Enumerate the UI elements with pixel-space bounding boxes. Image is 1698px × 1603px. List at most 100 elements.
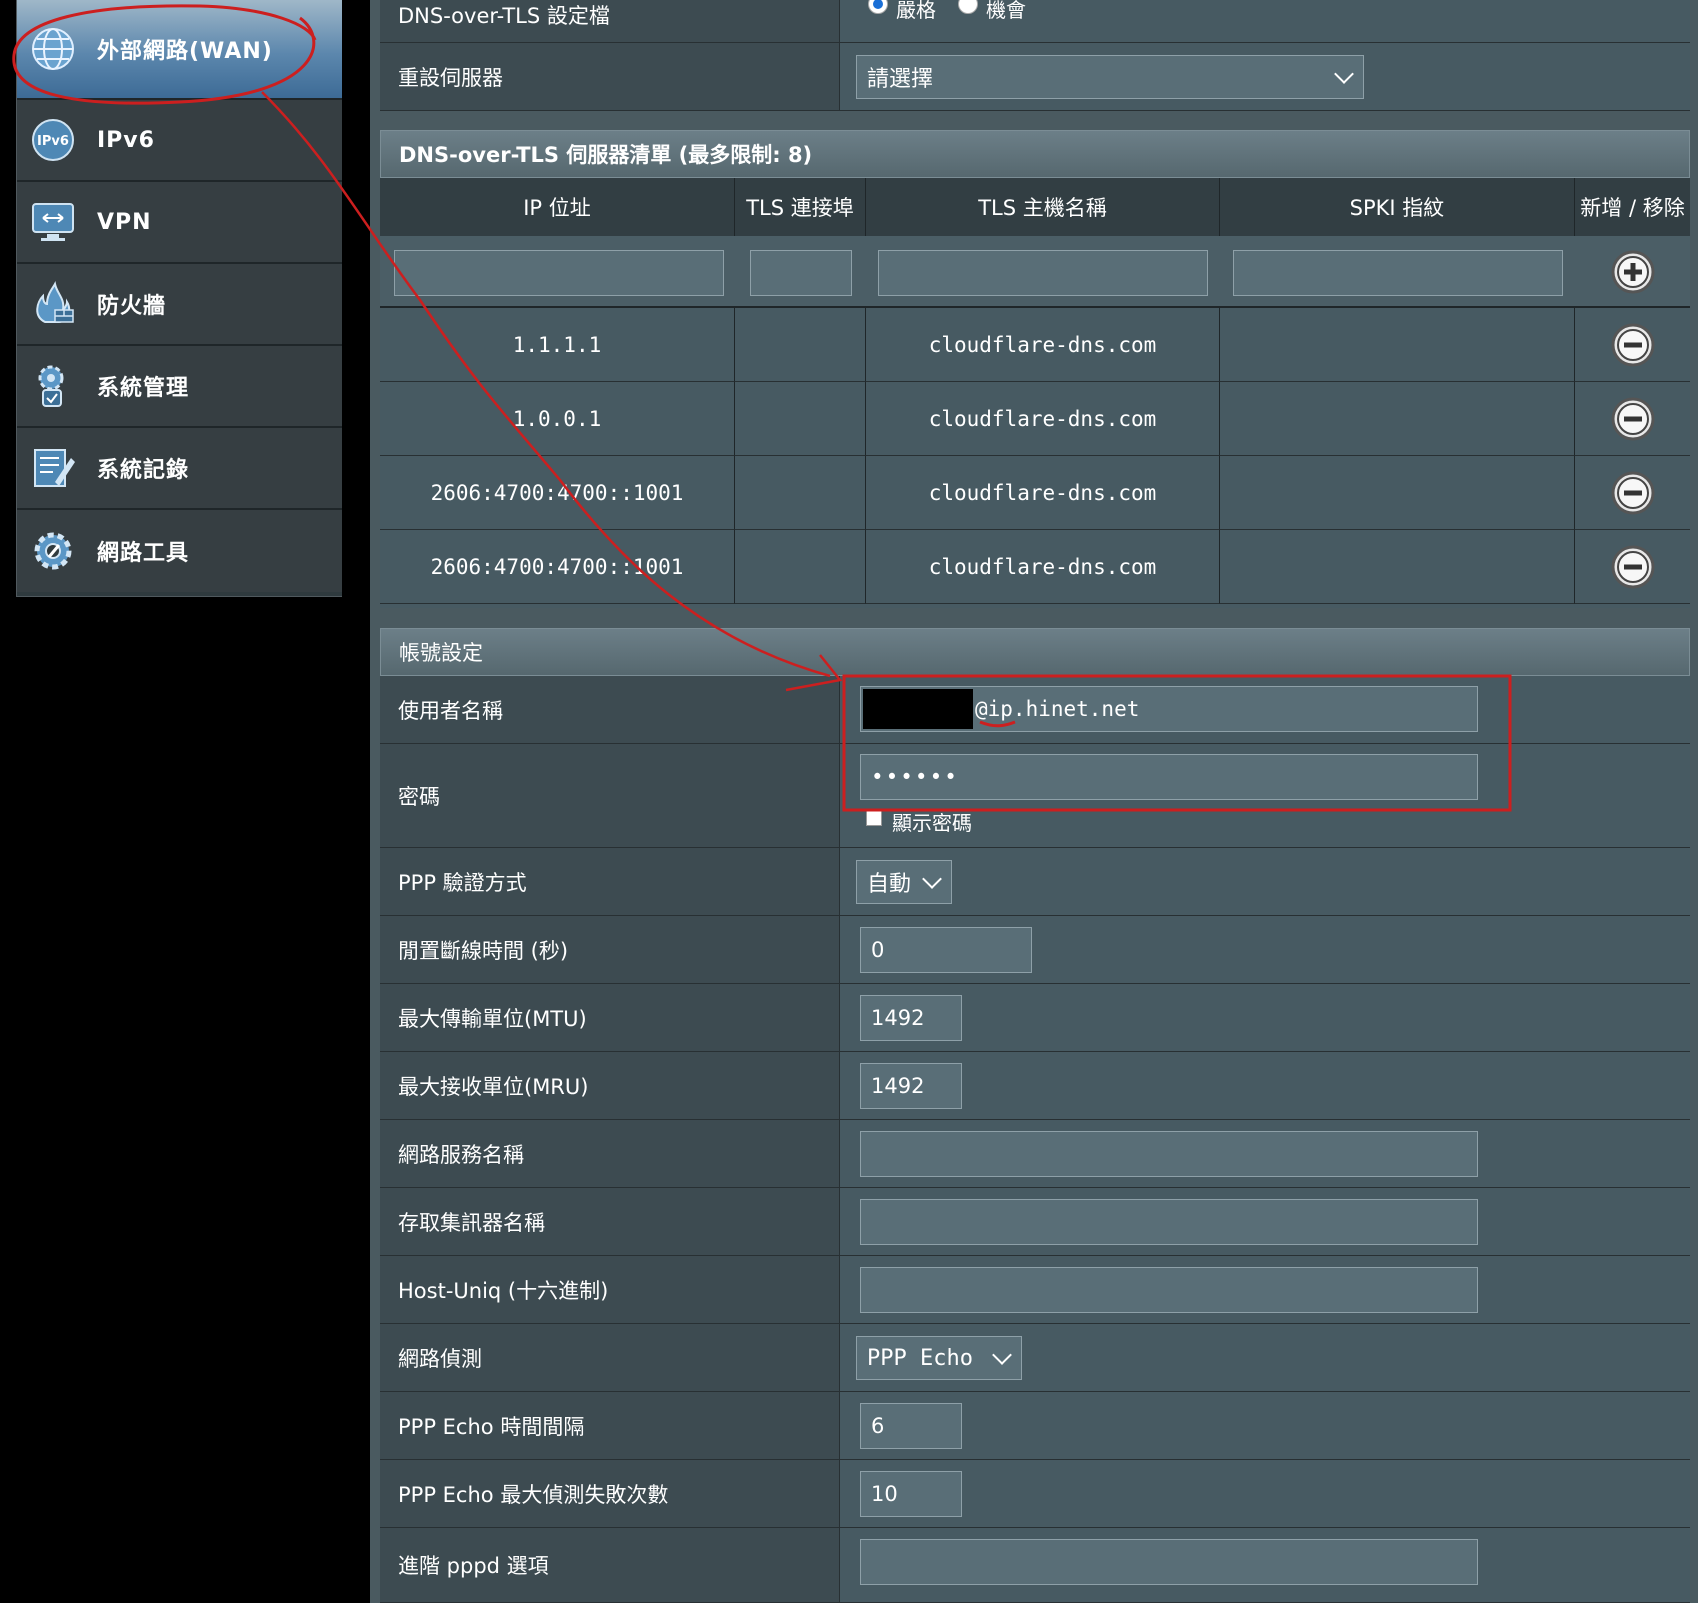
idle-value: 0 — [871, 938, 885, 962]
radio-strict[interactable] — [868, 0, 888, 14]
detect-label: 網路偵測 — [380, 1324, 840, 1391]
sidebar-item-label: 防火牆 — [97, 294, 167, 319]
tools-gear-icon — [34, 532, 72, 570]
password-value: •••••• — [871, 765, 959, 789]
account-section-title: 帳號設定 — [380, 628, 1690, 676]
svg-text:IPv6: IPv6 — [37, 134, 69, 149]
service-name-input[interactable] — [860, 1131, 1478, 1177]
add-circle-icon[interactable] — [1611, 250, 1655, 294]
cell-spki — [1220, 456, 1575, 530]
reset-server-row: 重設伺服器 請選擇 — [380, 43, 1690, 111]
pppd-input[interactable] — [860, 1539, 1478, 1585]
cell-remove — [1575, 308, 1690, 382]
idle-row: 閒置斷線時間 (秒) 0 — [380, 916, 1690, 984]
new-ip-input[interactable] — [394, 250, 724, 296]
password-input[interactable]: •••••• — [860, 754, 1478, 800]
sidebar-item-admin[interactable]: 系統管理 — [17, 346, 343, 428]
show-password-label: 顯示密碼 — [892, 811, 972, 835]
reset-server-label: 重設伺服器 — [380, 43, 840, 110]
remove-circle-icon[interactable] — [1611, 397, 1655, 441]
username-input[interactable]: @ip.hinet.net — [860, 686, 1478, 732]
globe-icon — [32, 28, 74, 70]
radio-strict-dot — [873, 0, 883, 9]
reset-server-select-value: 請選擇 — [867, 67, 934, 92]
cell-ip: 2606:4700:4700::1001 — [380, 530, 735, 604]
sidebar-item-label: 系統記錄 — [97, 458, 190, 483]
sidebar-item-wan[interactable]: 外部網路(WAN) — [17, 0, 343, 100]
echo-fail-label: PPP Echo 最大偵測失敗次數 — [380, 1460, 840, 1527]
ppp-auth-value: 自動 — [867, 872, 912, 897]
reset-server-select[interactable]: 請選擇 — [856, 55, 1364, 99]
host-uniq-label: Host-Uniq (十六進制) — [380, 1256, 840, 1323]
idle-input[interactable]: 0 — [860, 927, 1032, 973]
sidebar-item-label: 網路工具 — [97, 541, 190, 566]
cell-ip: 2606:4700:4700::1001 — [380, 456, 735, 530]
new-port-input[interactable] — [750, 250, 852, 296]
col-header-port: TLS 連接埠 — [735, 178, 866, 236]
password-row: 密碼 •••••• 顯示密碼 — [380, 744, 1690, 848]
cell-remove — [1575, 382, 1690, 456]
ipv6-icon: IPv6 — [32, 119, 74, 161]
echo-fail-value: 10 — [871, 1482, 898, 1506]
cell-port — [735, 456, 866, 530]
echo-interval-row: PPP Echo 時間間隔 6 — [380, 1392, 1690, 1460]
remove-circle-icon[interactable] — [1611, 471, 1655, 515]
ppp-auth-row: PPP 驗證方式 自動 — [380, 848, 1690, 916]
col-header-ip: IP 位址 — [380, 178, 735, 236]
content-gutter — [342, 0, 370, 1603]
chevron-down-icon — [1334, 64, 1354, 84]
redacted-block — [863, 689, 973, 729]
echo-interval-input[interactable]: 6 — [860, 1403, 962, 1449]
cell-port — [735, 382, 866, 456]
ac-name-input[interactable] — [860, 1199, 1478, 1245]
cell-hostname: cloudflare-dns.com — [866, 530, 1220, 604]
dns-table-title: DNS-over-TLS 伺服器清單 (最多限制: 8) — [380, 130, 1690, 178]
dot-profile-options: 嚴格 機會 — [840, 0, 1690, 42]
sidebar-item-label: VPN — [97, 209, 152, 235]
cell-spki — [1220, 308, 1575, 382]
host-uniq-input[interactable] — [860, 1267, 1478, 1313]
username-label: 使用者名稱 — [380, 676, 840, 743]
sidebar-item-vpn[interactable]: VPN — [17, 182, 343, 264]
mtu-input[interactable]: 1492 — [860, 995, 962, 1041]
dns-server-table: IP 位址 TLS 連接埠 TLS 主機名稱 SPKI 指紋 新增 / 移除 1… — [380, 178, 1690, 608]
detect-value: PPP Echo — [867, 1345, 973, 1371]
show-password-checkbox[interactable] — [866, 810, 882, 826]
ppp-auth-select[interactable]: 自動 — [856, 860, 952, 904]
cell-remove — [1575, 530, 1690, 604]
mru-row: 最大接收單位(MRU) 1492 — [380, 1052, 1690, 1120]
new-spki-input[interactable] — [1233, 250, 1563, 296]
username-value: @ip.hinet.net — [975, 697, 1140, 721]
dns-table-title-text: DNS-over-TLS 伺服器清單 (最多限制: 8) — [399, 143, 813, 167]
sidebar-item-ipv6[interactable]: IPv6 IPv6 — [17, 100, 343, 182]
detect-select[interactable]: PPP Echo — [856, 1336, 1022, 1380]
mru-label: 最大接收單位(MRU) — [380, 1052, 840, 1119]
cell-spki — [1220, 530, 1575, 604]
echo-fail-input[interactable]: 10 — [860, 1471, 962, 1517]
dot-profile-label: DNS-over-TLS 設定檔 — [380, 0, 840, 42]
log-icon — [34, 449, 75, 487]
remove-circle-icon[interactable] — [1611, 545, 1655, 589]
sidebar-item-label: 外部網路(WAN) — [97, 39, 273, 64]
remove-circle-icon[interactable] — [1611, 323, 1655, 367]
cell-hostname: cloudflare-dns.com — [866, 308, 1220, 382]
echo-interval-label: PPP Echo 時間間隔 — [380, 1392, 840, 1459]
chevron-down-icon — [922, 869, 942, 889]
cell-port — [735, 308, 866, 382]
sidebar-item-tools[interactable]: 網路工具 — [17, 510, 343, 592]
radio-opportunistic[interactable] — [958, 0, 978, 14]
ppp-auth-label: PPP 驗證方式 — [380, 848, 840, 915]
ac-name-row: 存取集訊器名稱 — [380, 1188, 1690, 1256]
sidebar: 外部網路(WAN) IPv6 IPv6 VPN 防火牆 系統管理 系統記錄 網路… — [16, 0, 344, 597]
mru-input[interactable]: 1492 — [860, 1063, 962, 1109]
mtu-value: 1492 — [871, 1006, 925, 1030]
password-label: 密碼 — [380, 744, 840, 847]
cell-spki — [1220, 382, 1575, 456]
new-hostname-input[interactable] — [878, 250, 1208, 296]
sidebar-item-log[interactable]: 系統記錄 — [17, 428, 343, 510]
sidebar-item-firewall[interactable]: 防火牆 — [17, 264, 343, 346]
account-section-title-text: 帳號設定 — [399, 641, 483, 665]
cell-ip: 1.1.1.1 — [380, 308, 735, 382]
ac-name-label: 存取集訊器名稱 — [380, 1188, 840, 1255]
host-uniq-row: Host-Uniq (十六進制) — [380, 1256, 1690, 1324]
